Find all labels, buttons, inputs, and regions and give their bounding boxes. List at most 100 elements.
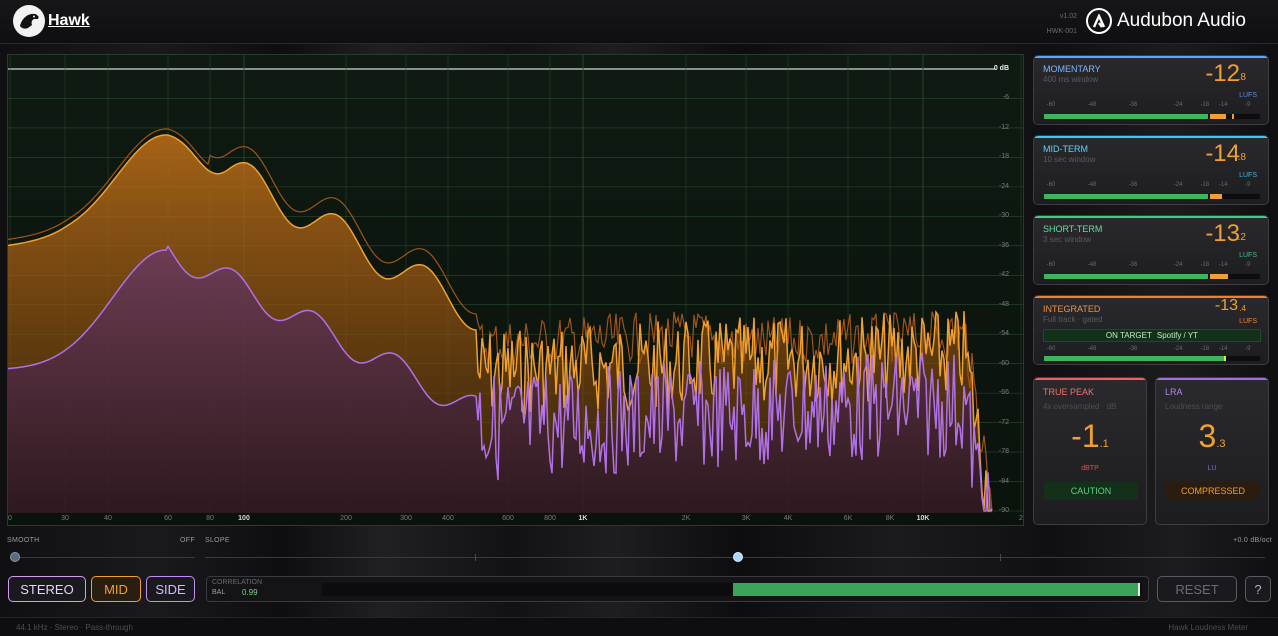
meter-scale-tick: -14 bbox=[1218, 102, 1228, 108]
smooth-slider-track[interactable] bbox=[15, 557, 195, 558]
freq-tick-label: 30 bbox=[61, 515, 69, 522]
correlation-bar bbox=[733, 583, 1140, 596]
shortterm-sub: 3 sec window bbox=[1043, 235, 1092, 244]
meter-scale-tick: -18 bbox=[1200, 102, 1210, 108]
meter-scale-tick: -14 bbox=[1218, 262, 1228, 268]
target-platform: Spotify / YT bbox=[1156, 331, 1199, 340]
midterm-level-bar bbox=[1044, 194, 1208, 199]
midterm-unit: LUFS bbox=[1239, 172, 1257, 179]
correlation-title: CORRELATION bbox=[212, 579, 263, 586]
meter-scale-tick: -36 bbox=[1128, 182, 1138, 188]
meter-scale-tick: -60 bbox=[1046, 182, 1056, 188]
brand-name: Audubon Audio bbox=[1117, 10, 1246, 31]
meter-scale-tick: -18 bbox=[1200, 346, 1210, 352]
slope-slider-knob[interactable] bbox=[733, 552, 743, 562]
meter-scale-tick: -48 bbox=[1087, 346, 1097, 352]
lra-value-wrap: 3.3 bbox=[1156, 418, 1268, 455]
db-tick-label: -66 bbox=[998, 389, 1009, 397]
freq-tick-label: 100 bbox=[238, 515, 250, 522]
correlation-panel: CORRELATION BAL 0.99 bbox=[206, 576, 1149, 602]
reset-button[interactable]: RESET bbox=[1157, 576, 1237, 602]
integrated-value: -13 bbox=[1214, 297, 1238, 314]
midterm-decimal: .8 bbox=[1237, 152, 1246, 163]
db-tick-label: -84 bbox=[998, 477, 1009, 485]
integrated-unit: LUFS bbox=[1239, 318, 1257, 325]
meter-scale-tick: -14 bbox=[1218, 346, 1228, 352]
correlation-meter bbox=[322, 583, 1142, 596]
shortterm-unit: LUFS bbox=[1239, 252, 1257, 259]
midterm-bar-track bbox=[1044, 194, 1260, 199]
audubon-a-icon bbox=[1086, 8, 1112, 34]
freq-tick-label: 2 bbox=[1019, 515, 1023, 522]
header-bar: Hawk v1.02 HWK-001 Audubon Audio bbox=[0, 0, 1278, 44]
app-name: Hawk bbox=[48, 12, 90, 29]
meter-scale: -60 -48 -36 -24 -18 -14 -9 bbox=[1041, 262, 1261, 270]
meter-scale: -60 -48 -36 -24 -18 -14 -9 bbox=[1041, 346, 1261, 354]
status-bar: 44.1 kHz · Stereo · Pass-through Hawk Lo… bbox=[0, 617, 1278, 636]
correlation-value: 0.99 bbox=[242, 588, 258, 597]
meter-scale-tick: -36 bbox=[1128, 102, 1138, 108]
midterm-meter: MID-TERM 10 sec window -14 .8 LUFS -60 -4… bbox=[1033, 135, 1269, 205]
lra-unit: LU bbox=[1207, 465, 1217, 472]
db-tick-label: -78 bbox=[998, 448, 1009, 456]
integrated-level-bar bbox=[1044, 356, 1224, 361]
truepeak-decimal: .1 bbox=[1099, 438, 1109, 450]
version-info: v1.02 HWK-001 bbox=[1040, 9, 1077, 39]
shortterm-decimal: .2 bbox=[1237, 232, 1246, 243]
meter-scale-tick: -24 bbox=[1173, 346, 1183, 352]
freq-tick-label: 200 bbox=[340, 515, 352, 522]
correlation-marker bbox=[1138, 583, 1140, 596]
lra-sub: Loudness range bbox=[1165, 402, 1223, 411]
product-name: Hawk Loudness Meter bbox=[1168, 623, 1248, 632]
freq-tick-label: 80 bbox=[206, 515, 214, 522]
freq-tick-label: 40 bbox=[104, 515, 112, 522]
freq-tick-label: 10K bbox=[916, 515, 930, 522]
stereo-button[interactable]: STEREO bbox=[8, 576, 86, 602]
lra-status: COMPRESSED bbox=[1166, 482, 1260, 500]
integrated-bar-track bbox=[1044, 356, 1260, 361]
spectrum-plot bbox=[8, 55, 1023, 513]
momentary-value: -12 bbox=[1205, 60, 1240, 87]
lra-title: LRA bbox=[1165, 387, 1183, 397]
integrated-marker bbox=[1224, 356, 1226, 361]
lra-accent bbox=[1156, 378, 1268, 380]
spectrum-analyzer[interactable]: 0 dB -6 -12 -18 -24 -30 -36 -42 -48 -54 -60 -66 -72 -… bbox=[7, 54, 1024, 526]
meter-scale-tick: -36 bbox=[1128, 262, 1138, 268]
db-tick-label: -30 bbox=[998, 212, 1009, 220]
meter-scale-tick: -48 bbox=[1087, 262, 1097, 268]
shortterm-level-bar bbox=[1044, 274, 1208, 279]
db-tick-label: -72 bbox=[998, 418, 1009, 426]
smooth-slider-knob[interactable] bbox=[10, 552, 20, 562]
help-button[interactable]: ? bbox=[1245, 576, 1271, 602]
truepeak-sub: 4x oversampled · dB bbox=[1043, 402, 1117, 411]
plugin-window: Hawk v1.02 HWK-001 Audubon Audio 0 dB -6 -… bbox=[0, 0, 1278, 636]
shortterm-value: -13 bbox=[1205, 220, 1240, 247]
integrated-sub: Full track · gated bbox=[1043, 315, 1103, 324]
freq-tick-label: 2K bbox=[681, 515, 691, 522]
meter-scale-tick: -24 bbox=[1173, 182, 1183, 188]
meter-scale-tick: -48 bbox=[1087, 102, 1097, 108]
midterm-title: MID-TERM bbox=[1043, 144, 1088, 154]
momentary-bar-track bbox=[1044, 114, 1260, 119]
meter-scale-tick: -9 bbox=[1245, 182, 1251, 188]
meter-scale-tick: -36 bbox=[1128, 346, 1138, 352]
db-tick-label: -24 bbox=[998, 182, 1009, 190]
meter-scale-tick: -24 bbox=[1173, 102, 1183, 108]
lra-value: 3 bbox=[1198, 418, 1217, 454]
version-number: v1.02 bbox=[1059, 13, 1077, 20]
slope-value: +0.0 dB/oct bbox=[1233, 537, 1272, 544]
meter-scale-tick: -18 bbox=[1200, 182, 1210, 188]
lra-decimal: .3 bbox=[1216, 438, 1226, 450]
side-button[interactable]: SIDE bbox=[146, 576, 195, 602]
mid-button[interactable]: MID bbox=[91, 576, 141, 602]
db-tick-label: -12 bbox=[998, 123, 1009, 131]
freq-tick-label: 6K bbox=[843, 515, 853, 522]
target-status: ON TARGET bbox=[1105, 331, 1152, 340]
db-tick-label: -36 bbox=[998, 241, 1009, 249]
hawk-icon bbox=[13, 5, 45, 37]
momentary-title: MOMENTARY bbox=[1043, 64, 1101, 74]
momentary-unit: LUFS bbox=[1239, 92, 1257, 99]
momentary-accent bbox=[1034, 56, 1268, 58]
build-id: HWK-001 bbox=[1046, 28, 1077, 35]
freq-tick-label: 3K bbox=[741, 515, 751, 522]
